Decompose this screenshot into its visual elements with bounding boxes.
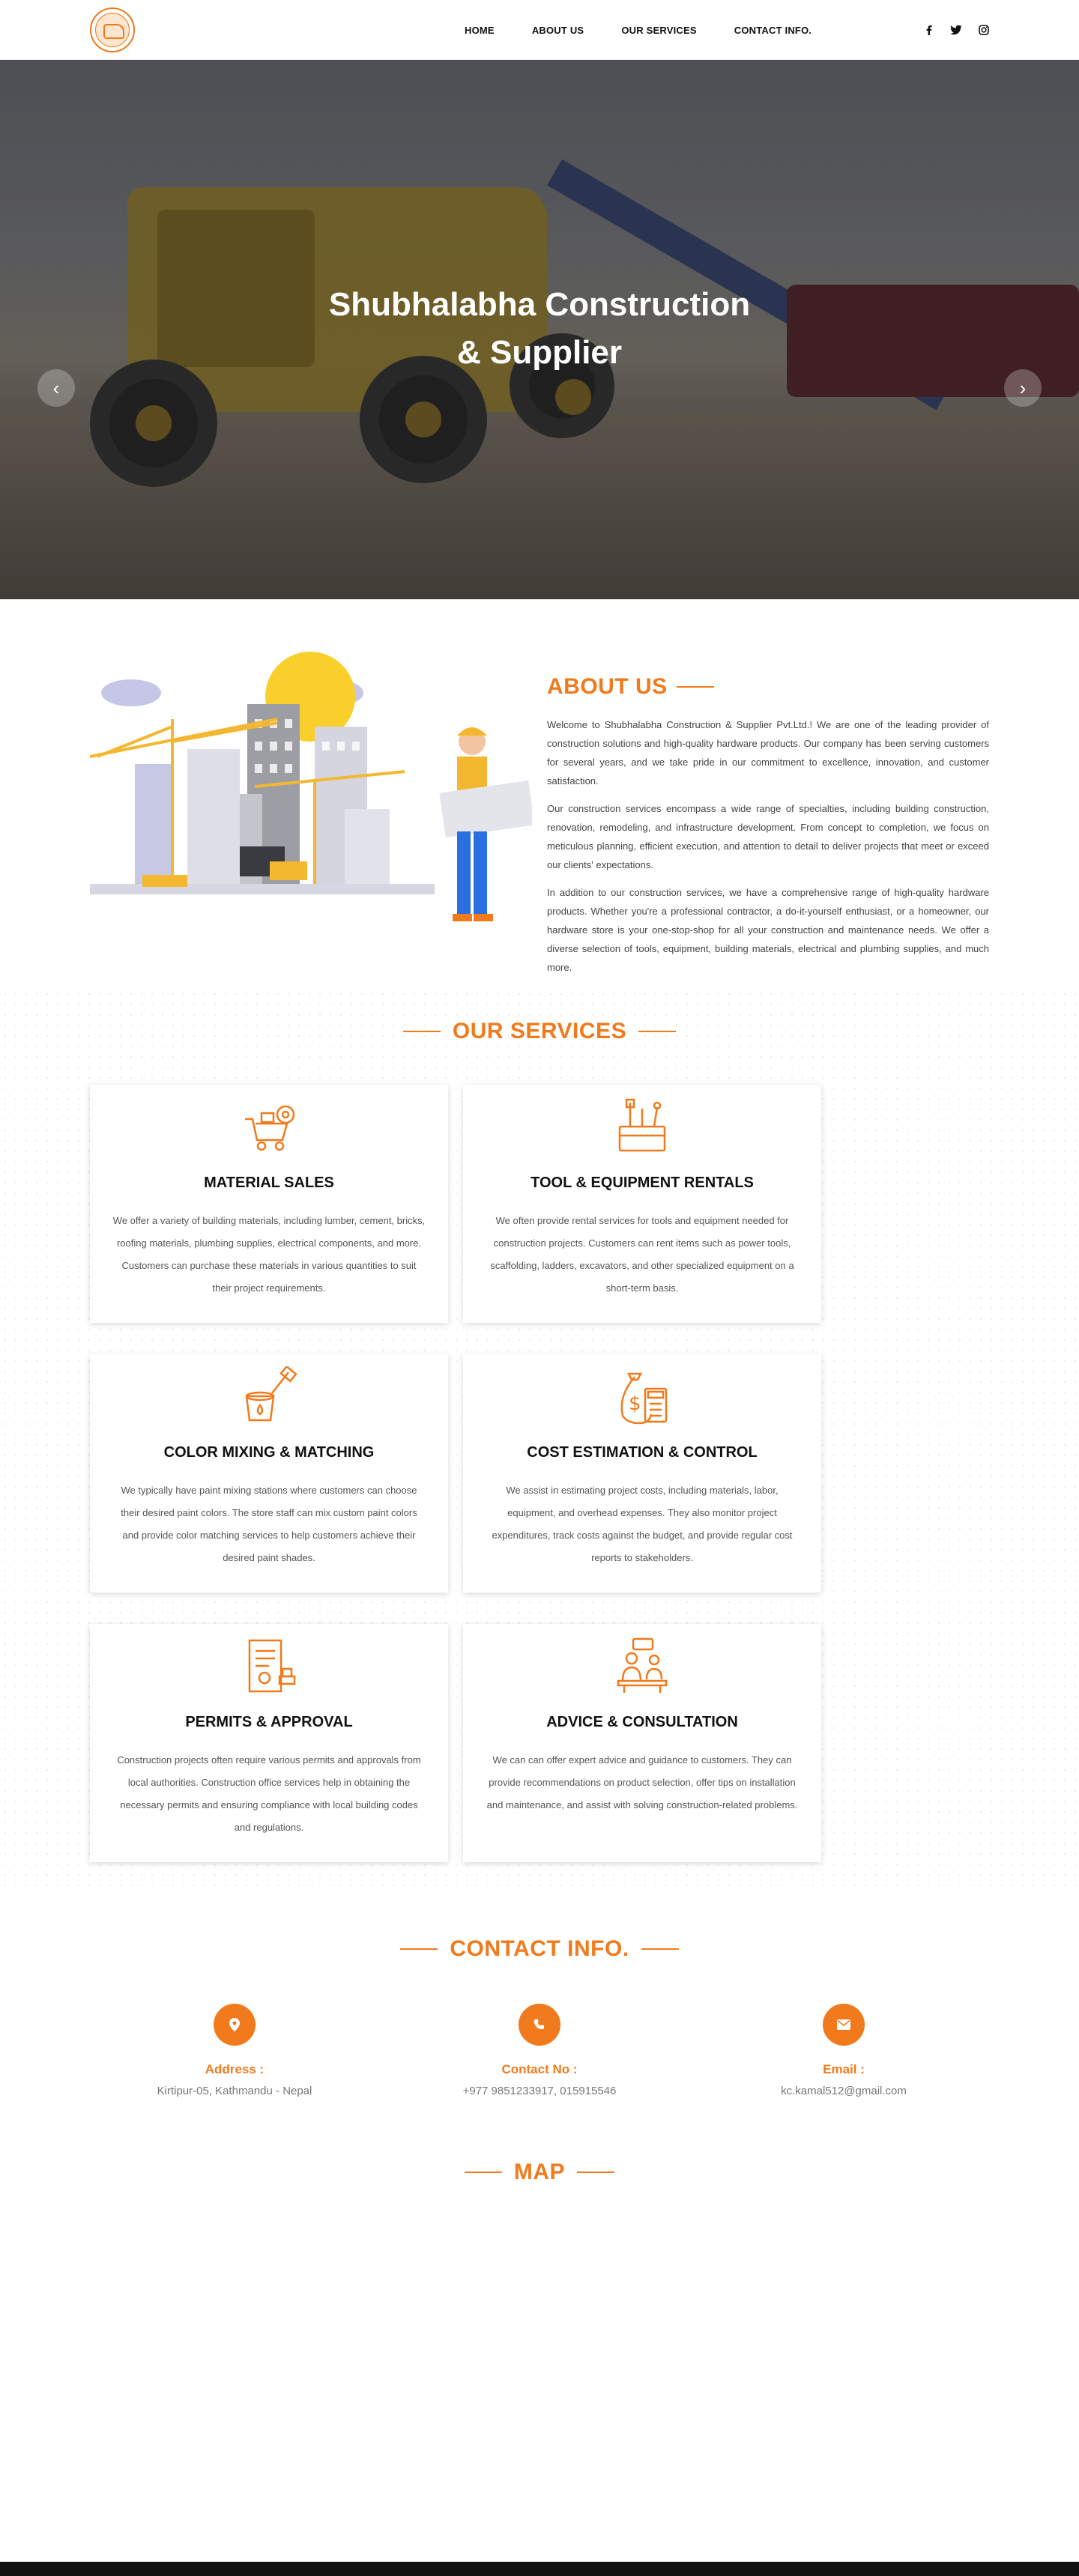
hero-slider: Shubhalabha Construction & Supplier ‹ › <box>0 60 1079 599</box>
services-section: OUR SERVICES MATERIAL SALES We offer a v… <box>0 989 1079 1888</box>
service-card-tool-rentals: TOOL & EQUIPMENT RENTALS We often provid… <box>463 1085 821 1323</box>
map-pin-icon <box>229 2018 240 2031</box>
phone-label: Contact No : <box>501 2062 578 2076</box>
hero-title: Shubhalabha Construction & Supplier <box>315 281 764 377</box>
service-card-desc: We typically have paint mixing stations … <box>121 1485 417 1563</box>
permit-document-icon <box>248 1639 296 1693</box>
contact-email: Email : kc.kamal512@gmail.com <box>694 2004 994 2097</box>
title-decoration-line <box>641 1948 679 1950</box>
nav-about-us[interactable]: ABOUT US <box>532 25 584 36</box>
service-card-color-mixing: COLOR MIXING & MATCHING We typically hav… <box>90 1354 448 1592</box>
toolbox-icon <box>618 1098 666 1152</box>
services-title-row: OUR SERVICES <box>0 1019 1079 1044</box>
service-card-desc: We offer a variety of building materials… <box>112 1215 426 1294</box>
contact-phone: Contact No : +977 9851233917, 015915546 <box>390 2004 689 2097</box>
contact-icon-circle <box>214 2004 256 2046</box>
service-card-cost-estimation: $ COST ESTIMATION & CONTROL We assist in… <box>463 1354 821 1592</box>
money-calculator-icon: $ <box>620 1372 668 1425</box>
hero-title-line2: & Supplier <box>456 334 623 371</box>
service-card-title: MATERIAL SALES <box>204 1175 334 1191</box>
service-card-desc: We often provide rental services for too… <box>490 1215 794 1294</box>
hero-title-line1: Shubhalabha Construction <box>328 286 751 323</box>
service-card-title: TOOL & EQUIPMENT RENTALS <box>531 1175 754 1191</box>
title-decoration-line <box>638 1031 677 1032</box>
service-card-title: COLOR MIXING & MATCHING <box>163 1444 375 1461</box>
title-decoration-line <box>676 686 714 688</box>
about-title: ABOUT US <box>547 674 668 699</box>
map-title: MAP <box>513 2160 566 2184</box>
service-card-desc: Construction projects often require vari… <box>117 1754 421 1833</box>
address-value: Kirtipur-05, Kathmandu - Nepal <box>157 2085 312 2097</box>
address-label: Address : <box>205 2062 265 2076</box>
hero-next-button[interactable]: › <box>1004 369 1042 407</box>
phone-value[interactable]: +977 9851233917, 015915546 <box>390 2085 689 2097</box>
consultation-icon <box>617 1637 668 1693</box>
contact-address: Address : Kirtipur-05, Kathmandu - Nepal <box>85 2004 384 2097</box>
about-paragraph: Our construction services encompass a wi… <box>547 803 989 870</box>
title-decoration-line <box>400 1948 438 1950</box>
contact-icon-circle <box>519 2004 560 2046</box>
service-card-title: ADVICE & CONSULTATION <box>546 1714 738 1730</box>
site-header: HOME ABOUT US OUR SERVICES CONTACT INFO. <box>0 0 1079 60</box>
email-value[interactable]: kc.kamal512@gmail.com <box>694 2085 994 2097</box>
about-title-row: ABOUT US <box>547 674 714 700</box>
about-illustration <box>90 652 532 921</box>
twitter-icon[interactable] <box>950 25 962 35</box>
facebook-icon[interactable] <box>925 25 934 35</box>
hero-prev-button[interactable]: ‹ <box>37 369 75 407</box>
contact-icon-circle <box>823 2004 865 2046</box>
nav-our-services[interactable]: OUR SERVICES <box>621 25 696 36</box>
title-decoration-line <box>577 2172 615 2173</box>
title-decoration-line <box>464 2172 502 2173</box>
service-card-permits: PERMITS & APPROVAL Construction projects… <box>90 1624 448 1862</box>
service-card-desc: We assist in estimating project costs, i… <box>492 1485 793 1563</box>
contact-title-row: CONTACT INFO. <box>0 1936 1079 1962</box>
service-card-material-sales: MATERIAL SALES We offer a variety of bui… <box>90 1085 448 1323</box>
email-label: Email : <box>823 2062 865 2076</box>
about-text: Welcome to Shubhalabha Construction & Su… <box>547 715 989 986</box>
envelope-icon <box>837 2019 850 2030</box>
map-title-row: MAP <box>0 2160 1079 2185</box>
material-cart-icon <box>245 1105 295 1151</box>
svg-text:$: $ <box>629 1392 641 1415</box>
about-paragraph: In addition to our construction services… <box>547 887 989 973</box>
service-card-desc: We can can offer expert advice and guida… <box>486 1754 798 1810</box>
social-links <box>925 25 989 35</box>
instagram-icon[interactable] <box>979 25 989 35</box>
about-paragraph: Welcome to Shubhalabha Construction & Su… <box>547 719 989 787</box>
service-card-title: COST ESTIMATION & CONTROL <box>527 1444 758 1461</box>
contact-title: CONTACT INFO. <box>450 1936 629 1961</box>
site-logo[interactable] <box>90 7 135 52</box>
page: HOME ABOUT US OUR SERVICES CONTACT INFO.… <box>0 0 1079 2576</box>
nav-contact-info[interactable]: CONTACT INFO. <box>734 25 811 36</box>
footer-bar <box>0 2562 1079 2576</box>
service-card-advice: ADVICE & CONSULTATION We can can offer e… <box>463 1624 821 1862</box>
logo-icon <box>95 13 130 47</box>
nav-home[interactable]: HOME <box>465 25 495 36</box>
services-title: OUR SERVICES <box>452 1019 627 1043</box>
main-nav: HOME ABOUT US OUR SERVICES CONTACT INFO. <box>465 25 849 36</box>
paint-bucket-icon <box>245 1366 297 1422</box>
service-card-title: PERMITS & APPROVAL <box>185 1714 353 1730</box>
title-decoration-line <box>402 1031 441 1032</box>
phone-icon <box>534 2019 545 2030</box>
